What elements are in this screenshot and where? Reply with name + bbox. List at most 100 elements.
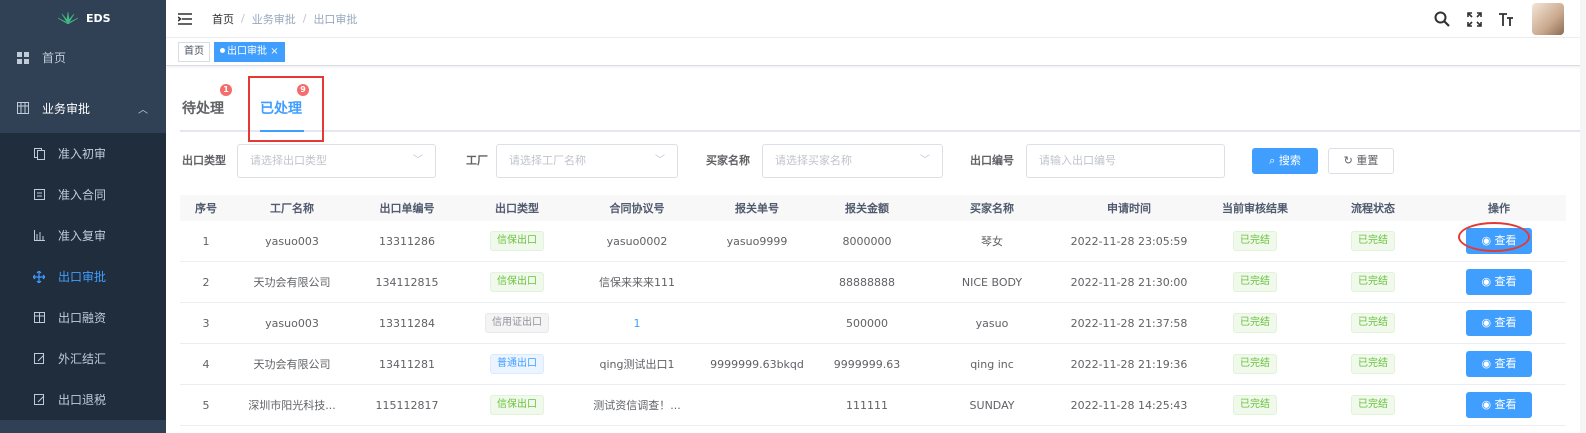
submenu: 准入初审 准入合同 准入复审 出口审批 出口融资 外汇结汇 出口退税 — [0, 133, 166, 420]
copy-icon — [32, 147, 46, 161]
edit2-icon — [32, 393, 46, 407]
view-button[interactable]: ◉ 查看 — [1458, 222, 1532, 254]
cell-export-type: 信保出口 — [462, 395, 572, 415]
view-button[interactable]: ◉ 查看 — [1466, 310, 1532, 336]
cell-export-type: 信保出口 — [462, 272, 572, 292]
cell-apply-time: 2022-11-28 23:05:59 — [1070, 234, 1188, 248]
filter-label-factory: 工厂 — [466, 154, 488, 167]
tag-home[interactable]: 首页 — [178, 41, 210, 62]
cell-buyer: SUNDAY — [969, 398, 1015, 412]
tab-pending[interactable]: 待处理 — [182, 98, 224, 118]
cell-customs-amount: 500000 — [846, 316, 888, 330]
select-placeholder: 请选择买家名称 — [775, 154, 852, 167]
column-header: 出口单编号 — [379, 202, 435, 215]
cell-buyer: 琴女 — [981, 235, 1003, 248]
cell-apply-time: 2022-11-28 21:37:58 — [1070, 316, 1188, 330]
cell-export-no: 13411281 — [379, 357, 435, 371]
avatar[interactable] — [1532, 3, 1564, 35]
breadcrumb-current: 出口审批 — [313, 12, 358, 26]
logo[interactable]: EDS — [0, 0, 166, 36]
cell-customs-amount: 9999999.63 — [833, 357, 901, 371]
buyer-select[interactable]: 请选择买家名称 ﹀ — [762, 144, 943, 178]
view-button[interactable]: ◉ 查看 — [1466, 392, 1532, 418]
logo-text: EDS — [86, 11, 111, 25]
breadcrumb-home[interactable]: 首页 — [212, 11, 234, 27]
chart-icon — [32, 229, 46, 243]
sidebar-item-label: 出口融资 — [58, 311, 107, 325]
header-tools — [1420, 0, 1564, 38]
column-header: 流程状态 — [1351, 202, 1395, 215]
cell-export-no: 134112815 — [375, 275, 439, 289]
tag-export-approval[interactable]: 出口审批 × — [214, 41, 285, 62]
edit-icon — [32, 352, 46, 366]
logo-leaf-icon — [58, 12, 78, 24]
close-icon[interactable]: × — [270, 46, 278, 57]
tabs: 待处理 1 已处理 9 — [180, 76, 1586, 142]
fullscreen-icon[interactable] — [1464, 9, 1484, 29]
view-button[interactable]: ◉ 查看 — [1466, 351, 1532, 377]
sidebar-item-label: 准入初审 — [58, 147, 107, 161]
sidebar-item-admission-recheck[interactable]: 准入复审 — [0, 215, 166, 256]
cell-export-no: 13311286 — [379, 234, 435, 248]
active-dot — [220, 48, 225, 53]
sidebar-item-label: 准入复审 — [58, 229, 107, 243]
cell-export-type: 普通出口 — [462, 354, 572, 374]
status-badge: 已完结 — [1233, 272, 1277, 292]
export-type-tag: 信保出口 — [490, 395, 544, 415]
cell-index: 1 — [202, 234, 210, 248]
sidebar-item-admission-review[interactable]: 准入初审 — [0, 133, 166, 174]
status-badge: 已完结 — [1351, 272, 1395, 292]
breadcrumb-separator: / — [241, 12, 245, 25]
column-header: 报关金额 — [845, 202, 889, 215]
sidebar-item-business-approval[interactable]: 业务审批 ︿ — [0, 83, 166, 133]
table-row: 1 yasuo003 13311286 信保出口 yasuo0002 yasuo… — [180, 221, 1566, 262]
cell-actions: ◉ 查看 — [1432, 392, 1566, 418]
sidebar-item-label: 准入合同 — [58, 188, 107, 202]
scrollbar[interactable] — [1580, 0, 1586, 433]
status-badge: 已完结 — [1351, 354, 1395, 374]
column-header: 当前审核结果 — [1222, 202, 1288, 215]
cell-actions: ◉ 查看 — [1432, 310, 1566, 336]
table2-icon — [32, 311, 46, 325]
cell-export-no: 115112817 — [375, 398, 439, 412]
cell-review-result: 已完结 — [1196, 354, 1314, 374]
cell-factory: yasuo003 — [265, 234, 319, 248]
search-button[interactable]: ⌕ 搜索 — [1252, 148, 1318, 174]
factory-select[interactable]: 请选择工厂名称 ﹀ — [496, 144, 678, 178]
sidebar-item-home[interactable]: 首页 — [0, 36, 166, 79]
cell-customs-amount: 8000000 — [842, 234, 892, 248]
move-icon — [32, 270, 46, 284]
cell-index: 2 — [202, 275, 210, 289]
tab-badge-pending: 1 — [220, 84, 232, 96]
search-icon: ⌕ — [1269, 154, 1276, 167]
sidebar-item-label: 出口审批 — [58, 270, 107, 284]
export-type-tag: 信保出口 — [490, 272, 544, 292]
table-row: 5 深圳市阳光科技... 115112817 信保出口 测试资信调查！... 1… — [180, 385, 1566, 426]
sidebar-item-export-tax-refund[interactable]: 出口退税 — [0, 379, 166, 420]
sidebar-item-label: 外汇结汇 — [58, 352, 107, 366]
font-size-icon[interactable] — [1496, 9, 1516, 29]
cell-buyer: NICE BODY — [961, 275, 1023, 289]
sidebar-item-admission-contract[interactable]: 准入合同 — [0, 174, 166, 215]
cell-export-type: 信用证出口 — [462, 313, 572, 333]
eye-icon: ◉ — [1481, 316, 1492, 329]
status-badge: 已完结 — [1233, 313, 1277, 333]
sidebar-item-export-approval[interactable]: 出口审批 — [0, 256, 166, 297]
export-no-input[interactable]: 请输入出口编号 — [1026, 144, 1225, 178]
export-type-tag: 普通出口 — [490, 354, 544, 374]
navbar: 首页 / 业务审批 / 出口审批 — [166, 0, 1586, 38]
sidebar-item-label: 业务审批 — [42, 101, 91, 116]
table-icon — [16, 101, 30, 115]
button-label: 查看 — [1494, 275, 1517, 288]
export-type-select[interactable]: 请选择出口类型 ﹀ — [237, 144, 436, 178]
dashboard-icon — [16, 51, 30, 65]
cell-index: 5 — [202, 398, 210, 412]
search-icon[interactable] — [1432, 9, 1452, 29]
column-header: 序号 — [195, 202, 217, 215]
sidebar-item-export-finance[interactable]: 出口融资 — [0, 297, 166, 338]
cell-review-result: 已完结 — [1196, 272, 1314, 292]
hamburger-icon[interactable] — [178, 12, 192, 25]
view-button[interactable]: ◉ 查看 — [1466, 269, 1532, 295]
reset-button[interactable]: ↻ 重置 — [1328, 148, 1394, 174]
sidebar-item-fx-settlement[interactable]: 外汇结汇 — [0, 338, 166, 379]
